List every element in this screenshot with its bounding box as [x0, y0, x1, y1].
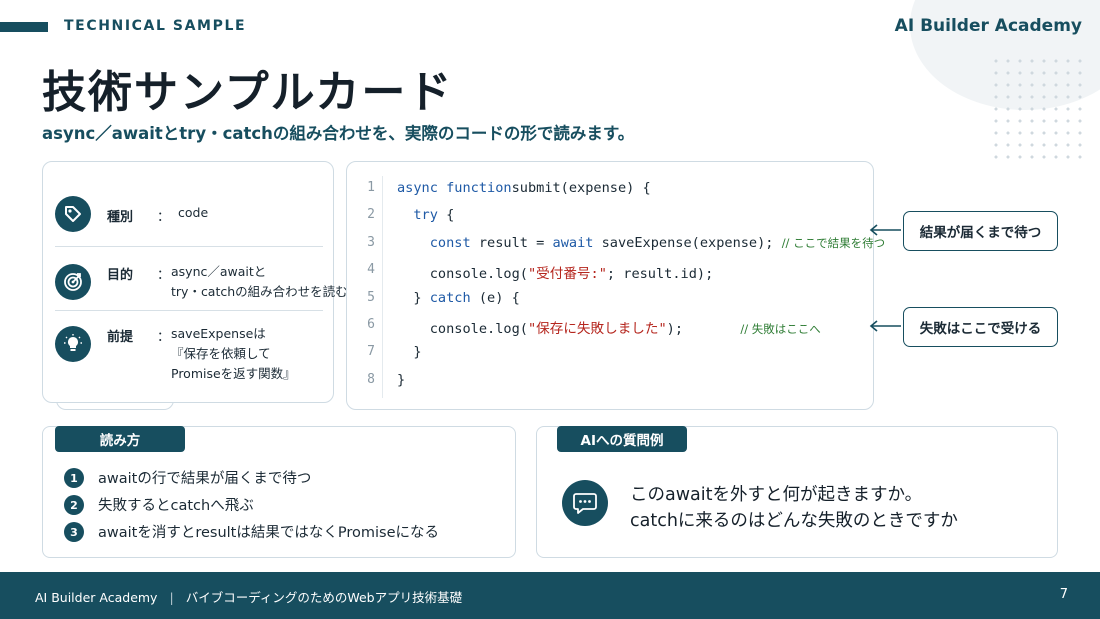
- code-text: console.log("受付番号:"; result.id);: [397, 262, 714, 283]
- code-gutter-divider: [382, 176, 383, 398]
- code-text: const result = await saveExpense(expense…: [397, 235, 885, 251]
- code-comment: // ここで結果を待つ: [781, 235, 886, 250]
- callout-wait: 結果が届くまで待つ: [903, 211, 1058, 251]
- arrow-left-icon: [869, 320, 901, 332]
- footer-text: AI Builder Academy | バイブコーディングのためのWebアプリ技術…: [35, 587, 462, 606]
- footer-course: バイブコーディングのためのWebアプリ技術基礎: [185, 590, 463, 605]
- code-token: );: [666, 321, 741, 337]
- step-number-badge: 3: [64, 522, 84, 542]
- code-string: "保存に失敗しました": [527, 321, 667, 337]
- target-icon: [55, 264, 91, 300]
- info-value-purpose: async／awaitと try・catchの組み合わせを読む: [171, 262, 348, 302]
- info-value-line: try・catchの組み合わせを読む: [171, 284, 348, 299]
- brand-logo-text: AI Builder Academy: [894, 16, 1082, 36]
- code-line: 2 try {: [347, 207, 875, 234]
- info-label-type: 種別: [107, 210, 134, 225]
- info-colon: ：: [157, 268, 171, 283]
- code-token: {: [437, 207, 455, 224]
- code-token: ; result.id);: [606, 266, 714, 283]
- reading-title: 読み方: [55, 426, 185, 452]
- step-text: 失敗するとcatchへ飛ぶ: [98, 498, 254, 514]
- info-value-type: code: [178, 203, 338, 223]
- info-value-line: code: [178, 205, 209, 220]
- info-divider: [55, 246, 323, 247]
- section-label: TECHNICAL SAMPLE: [64, 18, 247, 34]
- code-text: async functionsubmit(expense) {: [397, 180, 651, 196]
- info-colon: ：: [157, 330, 171, 345]
- info-colon: ：: [157, 210, 171, 225]
- line-number: 3: [367, 234, 375, 250]
- code-line: 8}: [347, 372, 875, 399]
- code-token: console.log(: [397, 266, 528, 283]
- code-token: console.log(: [397, 321, 528, 337]
- tag-icon: [55, 196, 91, 232]
- code-string: "受付番号:": [527, 266, 607, 283]
- chat-bubble-icon: [562, 480, 608, 526]
- step-text: awaitを消すとresultは結果ではなくPromiseになる: [98, 525, 439, 541]
- code-token: }: [397, 289, 430, 306]
- callout-catch: 失敗はここで受ける: [903, 307, 1058, 347]
- info-label-purpose: 目的: [107, 268, 134, 283]
- code-text: } catch (e) {: [397, 289, 520, 306]
- lightbulb-icon: [55, 326, 91, 362]
- code-text: }: [397, 372, 405, 388]
- code-token: submit(expense) {: [511, 180, 651, 196]
- arrow-left-icon: [869, 224, 901, 236]
- code-line: 1 async functionsubmit(expense) {: [347, 180, 875, 207]
- questions-title: AIへの質問例: [557, 426, 687, 452]
- info-card: 種別 ： code 目的 ： async／awaitと try・catchの組み…: [42, 161, 348, 403]
- footer-separator: |: [169, 590, 174, 605]
- info-value-line: Promiseを返す関数』: [171, 366, 296, 381]
- footer-brand: AI Builder Academy: [35, 590, 158, 605]
- header-accent-bar: [0, 22, 48, 32]
- code-line: 7 }: [347, 344, 875, 371]
- code-card: 1 async functionsubmit(expense) {2 try {3…: [346, 161, 885, 410]
- code-line: 5 } catch (e) {: [347, 290, 875, 317]
- code-text: console.log("保存に失敗しました"); // 失敗はここへ: [397, 317, 821, 337]
- step-text: awaitの行で結果が届くまで待つ: [98, 471, 312, 487]
- code-keyword: async function: [397, 180, 512, 196]
- step-number-badge: 1: [64, 468, 84, 488]
- code-token: }: [397, 371, 406, 388]
- line-number: 2: [367, 207, 375, 223]
- info-value-line: async／awaitと: [171, 264, 267, 279]
- line-number: 8: [367, 371, 375, 387]
- code-keyword: const: [429, 234, 471, 251]
- code-keyword: await: [552, 234, 594, 251]
- info-value-line: saveExpenseは: [171, 326, 266, 341]
- code-keyword: try: [413, 207, 438, 224]
- line-number: 7: [367, 344, 375, 360]
- page-number: 7: [1059, 587, 1068, 602]
- line-number: 1: [367, 180, 375, 195]
- page-subtitle: async／awaitとtry・catchの組み合わせを、実際のコードの形で読み…: [42, 124, 635, 143]
- question-line-1: このawaitを外すと何が起きますか。: [630, 485, 923, 505]
- line-number: 6: [367, 317, 375, 332]
- code-line: 6 console.log("保存に失敗しました"); // 失敗はここへ: [347, 317, 875, 344]
- code-line: 3 const result = await saveExpense(expen…: [347, 234, 885, 262]
- line-number: 4: [367, 262, 375, 278]
- code-token: }: [397, 344, 422, 361]
- code-text: try {: [397, 207, 454, 223]
- code-comment: // 失敗はここへ: [740, 322, 821, 336]
- info-divider: [55, 310, 323, 311]
- code-keyword: catch: [429, 289, 471, 306]
- code-token: saveExpense(expense);: [593, 234, 782, 251]
- code-token: (e) {: [470, 289, 520, 306]
- page-title: 技術サンプルカード: [42, 67, 454, 118]
- info-label-premise: 前提: [107, 330, 134, 345]
- step-number-badge: 2: [64, 495, 84, 515]
- line-number: 5: [367, 289, 375, 305]
- code-token: result =: [470, 234, 553, 251]
- decorative-dot-grid: [990, 55, 1090, 165]
- code-text: }: [397, 344, 422, 361]
- question-line-2: catchに来るのはどんな失敗のときですか: [630, 511, 958, 531]
- code-line: 4 console.log("受付番号:"; result.id);: [347, 262, 875, 289]
- info-value-line: 『保存を依頼して: [171, 346, 271, 361]
- info-value-premise: saveExpenseは 『保存を依頼して Promiseを返す関数』: [171, 324, 331, 384]
